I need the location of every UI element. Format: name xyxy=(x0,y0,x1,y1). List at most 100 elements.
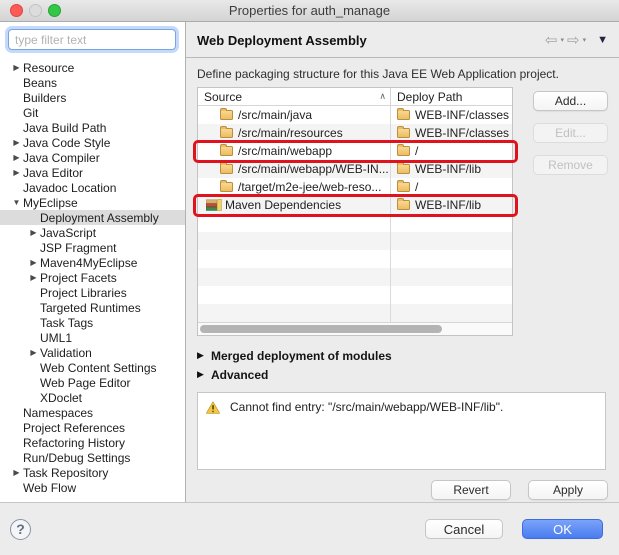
sidebar-item-project-facets[interactable]: ▶Project Facets xyxy=(0,270,185,285)
expander-icon[interactable]: ▶ xyxy=(27,225,40,240)
sidebar-item-java-build-path[interactable]: Java Build Path xyxy=(0,120,185,135)
sidebar-item-beans[interactable]: Beans xyxy=(0,75,185,90)
folder-icon xyxy=(397,110,410,120)
forward-arrow-icon[interactable]: ⇨ xyxy=(567,33,580,48)
maven-library-icon xyxy=(206,199,222,211)
warning-text: Cannot find entry: "/src/main/webapp/WEB… xyxy=(230,400,503,414)
cancel-button[interactable]: Cancel xyxy=(425,519,503,539)
sidebar-item-web-flow[interactable]: Web Flow xyxy=(0,480,185,495)
back-arrow-icon[interactable]: ⇦ xyxy=(545,33,558,48)
close-button[interactable] xyxy=(10,4,23,17)
sidebar-item-uml1[interactable]: UML1 xyxy=(0,330,185,345)
sidebar-item-resource[interactable]: ▶Resource xyxy=(0,60,185,75)
expander-icon[interactable]: ▶ xyxy=(10,465,23,480)
dialog-footer: ? Cancel OK xyxy=(0,503,619,555)
expander-icon[interactable]: ▶ xyxy=(10,150,23,165)
sidebar-item-run-debug-settings[interactable]: Run/Debug Settings xyxy=(0,450,185,465)
folder-icon xyxy=(220,110,233,120)
sidebar-item-task-tags[interactable]: Task Tags xyxy=(0,315,185,330)
sort-ascending-icon: ∧ xyxy=(379,91,386,102)
expander-icon[interactable]: ▶ xyxy=(27,255,40,270)
preferences-sidebar: ▶Resource Beans Builders Git Java Build … xyxy=(0,22,186,502)
panel-description: Define packaging structure for this Java… xyxy=(197,67,608,81)
table-row[interactable]: /src/main/resources WEB-INF/classes xyxy=(198,124,512,142)
sidebar-item-maven4myeclipse[interactable]: ▶Maven4MyEclipse xyxy=(0,255,185,270)
sidebar-item-java-editor[interactable]: ▶Java Editor xyxy=(0,165,185,180)
sidebar-item-refactoring-history[interactable]: Refactoring History xyxy=(0,435,185,450)
sidebar-item-xdoclet[interactable]: XDoclet xyxy=(0,390,185,405)
properties-dialog: Properties for auth_manage ▶Resource Bea… xyxy=(0,0,619,555)
expander-icon[interactable]: ▶ xyxy=(10,60,23,75)
folder-icon xyxy=(397,146,410,156)
add-button[interactable]: Add... xyxy=(533,91,608,111)
zoom-button[interactable] xyxy=(48,4,61,17)
section-merged-deployment[interactable]: ▶ Merged deployment of modules xyxy=(197,346,608,365)
table-row[interactable]: /src/main/webapp/WEB-IN... WEB-INF/lib xyxy=(198,160,512,178)
table-row-empty xyxy=(198,250,512,268)
window-title: Properties for auth_manage xyxy=(229,3,390,18)
sidebar-item-project-libraries[interactable]: Project Libraries xyxy=(0,285,185,300)
expander-icon[interactable]: ▶ xyxy=(197,369,211,380)
table-row-empty xyxy=(198,286,512,304)
page-title: Web Deployment Assembly xyxy=(197,33,367,48)
sidebar-item-git[interactable]: Git xyxy=(0,105,185,120)
expander-icon[interactable]: ▶ xyxy=(10,135,23,150)
table-row-empty xyxy=(198,268,512,286)
expander-icon[interactable]: ▶ xyxy=(27,345,40,360)
revert-button[interactable]: Revert xyxy=(431,480,511,500)
traffic-lights xyxy=(10,4,61,17)
filter-input[interactable] xyxy=(8,29,176,50)
back-dropdown-icon[interactable]: ▾ xyxy=(561,36,565,44)
folder-icon xyxy=(397,182,410,192)
sidebar-item-web-page-editor[interactable]: Web Page Editor xyxy=(0,375,185,390)
table-row-empty xyxy=(198,214,512,232)
expander-icon[interactable]: ▶ xyxy=(10,165,23,180)
column-header-deploy-path[interactable]: Deploy Path xyxy=(391,88,512,105)
view-menu-icon[interactable]: ▼ xyxy=(597,34,608,46)
sidebar-item-deployment-assembly[interactable]: Deployment Assembly xyxy=(0,210,185,225)
sidebar-item-targeted-runtimes[interactable]: Targeted Runtimes xyxy=(0,300,185,315)
sidebar-item-java-code-style[interactable]: ▶Java Code Style xyxy=(0,135,185,150)
sidebar-item-jsp-fragment[interactable]: JSP Fragment xyxy=(0,240,185,255)
scrollbar-thumb[interactable] xyxy=(200,325,442,333)
sidebar-item-web-content-settings[interactable]: Web Content Settings xyxy=(0,360,185,375)
section-advanced[interactable]: ▶ Advanced xyxy=(197,365,608,384)
edit-button: Edit... xyxy=(533,123,608,143)
apply-button[interactable]: Apply xyxy=(528,480,608,500)
expander-icon[interactable]: ▶ xyxy=(197,350,211,361)
folder-icon xyxy=(220,182,233,192)
forward-dropdown-icon[interactable]: ▾ xyxy=(583,36,587,44)
folder-icon xyxy=(220,146,233,156)
sidebar-item-myeclipse[interactable]: ▼MyEclipse xyxy=(0,195,185,210)
header-separator xyxy=(186,57,619,58)
minimize-button xyxy=(29,4,42,17)
sidebar-item-task-repository[interactable]: ▶Task Repository xyxy=(0,465,185,480)
sidebar-item-javascript[interactable]: ▶JavaScript xyxy=(0,225,185,240)
table-row[interactable]: /target/m2e-jee/web-reso... / xyxy=(198,178,512,196)
sidebar-item-java-compiler[interactable]: ▶Java Compiler xyxy=(0,150,185,165)
column-header-source[interactable]: Source ∧ xyxy=(198,88,391,105)
expander-icon[interactable]: ▶ xyxy=(27,270,40,285)
deployment-assembly-panel: Web Deployment Assembly ⇦ ▾ ⇨ ▾ ▼ Define… xyxy=(186,22,619,502)
table-row-highlighted[interactable]: /src/main/webapp / xyxy=(198,142,512,160)
sidebar-item-javadoc-location[interactable]: Javadoc Location xyxy=(0,180,185,195)
help-icon[interactable]: ? xyxy=(10,519,31,540)
table-row-highlighted[interactable]: Maven Dependencies WEB-INF/lib xyxy=(198,196,512,214)
expander-icon[interactable]: ▼ xyxy=(10,195,23,210)
sidebar-item-project-references[interactable]: Project References xyxy=(0,420,185,435)
title-bar: Properties for auth_manage xyxy=(0,0,619,22)
folder-icon xyxy=(397,200,410,210)
assembly-table: Source ∧ Deploy Path /src/main/java WEB-… xyxy=(197,87,513,336)
warning-icon xyxy=(206,401,220,414)
folder-icon xyxy=(220,128,233,138)
warning-message-box: Cannot find entry: "/src/main/webapp/WEB… xyxy=(197,392,606,470)
table-row[interactable]: /src/main/java WEB-INF/classes xyxy=(198,106,512,124)
table-header: Source ∧ Deploy Path xyxy=(198,88,512,106)
table-row-empty xyxy=(198,232,512,250)
sidebar-item-validation[interactable]: ▶Validation xyxy=(0,345,185,360)
horizontal-scrollbar[interactable] xyxy=(198,322,512,335)
folder-icon xyxy=(397,164,410,174)
ok-button[interactable]: OK xyxy=(522,519,603,539)
sidebar-item-builders[interactable]: Builders xyxy=(0,90,185,105)
sidebar-item-namespaces[interactable]: Namespaces xyxy=(0,405,185,420)
